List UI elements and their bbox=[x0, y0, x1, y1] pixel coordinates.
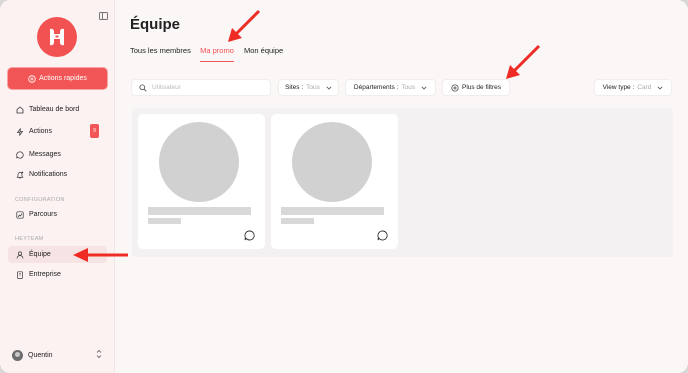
arrow-icon bbox=[228, 9, 261, 42]
arrow-icon bbox=[506, 44, 541, 79]
app-window: Actions rapides Tableau de bord Actions … bbox=[0, 0, 688, 373]
arrow-icon bbox=[73, 248, 128, 262]
annotation-arrows bbox=[73, 9, 541, 262]
